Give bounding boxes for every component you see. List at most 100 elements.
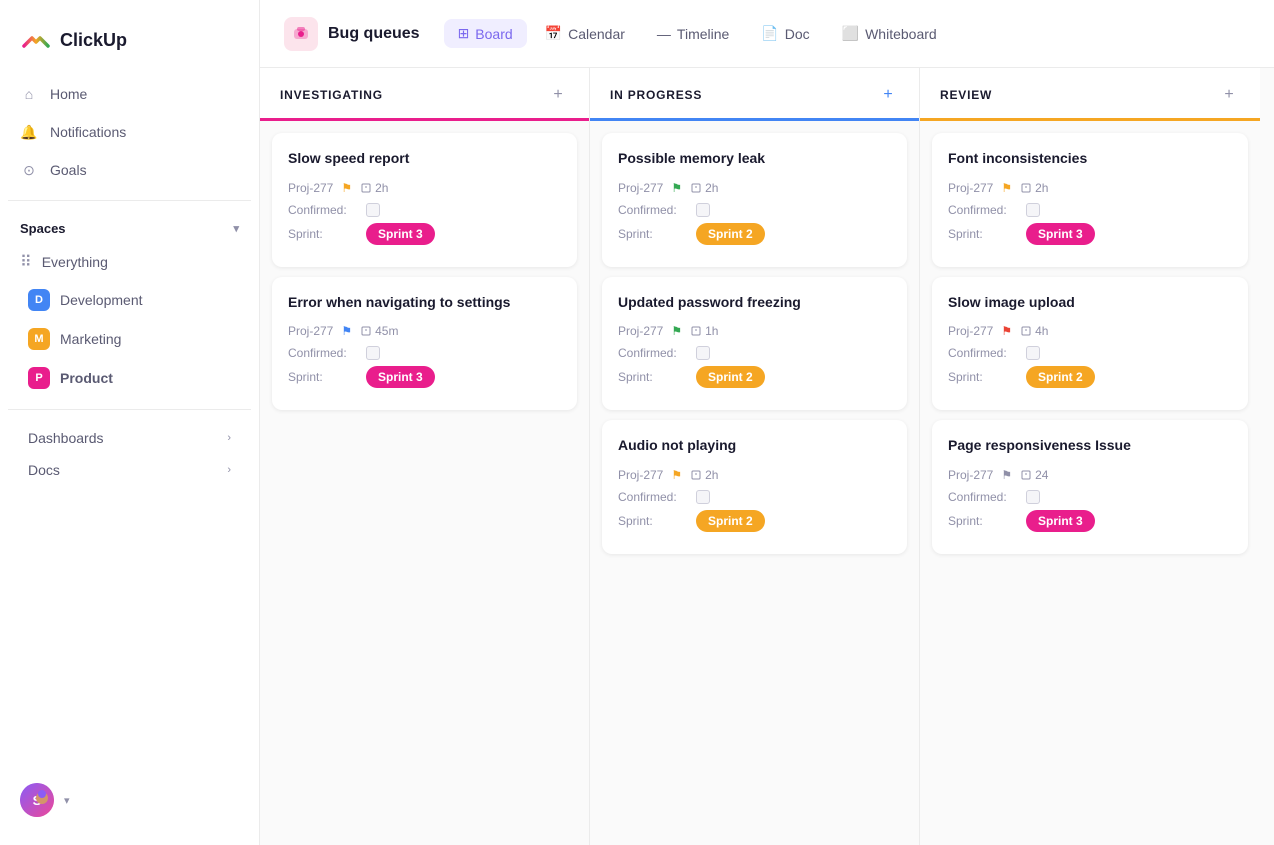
user-menu-chevron-icon[interactable]: ▾ [64,794,70,807]
card-meta: Proj-277 ⚑ 2h [618,181,891,195]
column-header-review: REVIEW + [920,68,1260,121]
sprint-badge: Sprint 3 [1026,510,1095,532]
spaces-chevron-icon: ▾ [233,222,239,235]
card-error-navigating[interactable]: Error when navigating to settings Proj-2… [272,277,577,411]
column-review: REVIEW + Font inconsistencies Proj-277 ⚑… [920,68,1260,845]
tab-board[interactable]: ⊞ Board [444,19,527,48]
card-proj: Proj-277 [948,468,993,482]
time-estimate: 1h [690,324,718,338]
card-proj: Proj-277 [288,181,333,195]
confirmed-checkbox[interactable] [1026,346,1040,360]
card-confirmed-field: Confirmed: [288,346,561,360]
time-estimate: 24 [1020,468,1048,482]
sidebar-item-dashboards[interactable]: Dashboards › [8,422,251,454]
tab-doc-label: Doc [785,26,810,42]
card-sprint-field: Sprint: Sprint 2 [618,366,891,388]
card-memory-leak[interactable]: Possible memory leak Proj-277 ⚑ 2h Confi… [602,133,907,267]
page-title-area: Bug queues [284,17,420,51]
card-confirmed-field: Confirmed: [618,203,891,217]
sidebar-item-marketing[interactable]: M Marketing [8,320,251,358]
confirmed-label: Confirmed: [618,490,688,504]
time-estimate: 4h [1020,324,1048,338]
card-confirmed-field: Confirmed: [948,490,1232,504]
sidebar-item-notifications[interactable]: 🔔 Notifications [8,114,251,150]
card-proj: Proj-277 [948,324,993,338]
tab-calendar[interactable]: 📅 Calendar [531,19,639,48]
confirmed-checkbox[interactable] [1026,203,1040,217]
tab-doc[interactable]: 📄 Doc [747,19,823,48]
card-audio-not-playing[interactable]: Audio not playing Proj-277 ⚑ 2h Confirme… [602,420,907,554]
tab-board-label: Board [475,26,512,42]
column-cards-in-progress: Possible memory leak Proj-277 ⚑ 2h Confi… [590,121,919,845]
sidebar-item-docs[interactable]: Docs › [8,454,251,486]
tab-whiteboard[interactable]: ⬜ Whiteboard [828,19,951,48]
card-sprint-field: Sprint: Sprint 2 [948,366,1232,388]
add-card-investigating-button[interactable]: + [547,84,569,106]
confirmed-checkbox[interactable] [696,346,710,360]
whiteboard-tab-icon: ⬜ [842,25,859,42]
confirmed-checkbox[interactable] [366,203,380,217]
spaces-label: Spaces [20,221,66,236]
sprint-badge: Sprint 3 [1026,223,1095,245]
topbar: Bug queues ⊞ Board 📅 Calendar — Timeline… [260,0,1274,68]
bell-icon: 🔔 [20,123,38,141]
card-title: Font inconsistencies [948,149,1232,169]
card-slow-image-upload[interactable]: Slow image upload Proj-277 ⚑ 4h Confirme… [932,277,1248,411]
card-title: Updated password freezing [618,293,891,313]
time-estimate: 45m [360,324,398,338]
card-sprint-field: Sprint: Sprint 3 [288,223,561,245]
card-proj: Proj-277 [948,181,993,195]
sprint-badge: Sprint 3 [366,366,435,388]
time-estimate: 2h [1020,181,1048,195]
sidebar-item-everything[interactable]: ⠿ Everything [0,244,259,280]
sprint-label: Sprint: [618,514,688,528]
add-card-review-button[interactable]: + [1218,84,1240,106]
time-estimate: 2h [360,181,388,195]
sidebar-item-notifications-label: Notifications [50,124,126,140]
sprint-label: Sprint: [618,370,688,384]
confirmed-checkbox[interactable] [696,490,710,504]
card-title: Error when navigating to settings [288,293,561,313]
card-title: Page responsiveness Issue [948,436,1232,456]
confirmed-label: Confirmed: [288,203,358,217]
card-page-responsiveness[interactable]: Page responsiveness Issue Proj-277 ⚑ 24 … [932,420,1248,554]
grid-icon: ⠿ [20,252,32,272]
card-meta: Proj-277 ⚑ 4h [948,324,1232,338]
card-font-inconsistencies[interactable]: Font inconsistencies Proj-277 ⚑ 2h Confi… [932,133,1248,267]
column-title-in-progress: IN PROGRESS [610,88,702,102]
card-slow-speed-report[interactable]: Slow speed report Proj-277 ⚑ 2h Confirme… [272,133,577,267]
tab-timeline-label: Timeline [677,26,729,42]
calendar-tab-icon: 📅 [545,25,562,42]
clickup-logo-icon [20,24,52,56]
sidebar-item-development[interactable]: D Development [8,281,251,319]
confirmed-label: Confirmed: [948,346,1018,360]
dashboards-chevron-icon: › [227,432,231,444]
confirmed-label: Confirmed: [948,203,1018,217]
card-meta: Proj-277 ⚑ 2h [288,181,561,195]
confirmed-label: Confirmed: [288,346,358,360]
logo: ClickUp [0,16,259,76]
sidebar-item-goals[interactable]: ⊙ Goals [8,152,251,188]
card-password-freezing[interactable]: Updated password freezing Proj-277 ⚑ 1h … [602,277,907,411]
divider-1 [8,200,251,201]
spaces-section-header[interactable]: Spaces ▾ [0,213,259,244]
column-header-in-progress: IN PROGRESS + [590,68,919,121]
tab-timeline[interactable]: — Timeline [643,20,743,48]
flag-icon: ⚑ [671,324,682,338]
divider-2 [8,409,251,410]
board-tab-icon: ⊞ [458,25,470,42]
sidebar-item-everything-label: Everything [42,254,108,270]
confirmed-checkbox[interactable] [696,203,710,217]
add-card-in-progress-button[interactable]: + [877,84,899,106]
card-proj: Proj-277 [618,324,663,338]
confirmed-checkbox[interactable] [1026,490,1040,504]
avatar[interactable]: S [20,783,54,817]
view-tabs: ⊞ Board 📅 Calendar — Timeline 📄 Doc ⬜ Wh… [444,19,951,48]
confirmed-label: Confirmed: [948,490,1018,504]
sidebar-item-product[interactable]: P Product [8,359,251,397]
sidebar-footer: S ▾ [0,771,259,829]
card-confirmed-field: Confirmed: [288,203,561,217]
sprint-label: Sprint: [948,370,1018,384]
sidebar-item-home[interactable]: ⌂ Home [8,76,251,112]
confirmed-checkbox[interactable] [366,346,380,360]
